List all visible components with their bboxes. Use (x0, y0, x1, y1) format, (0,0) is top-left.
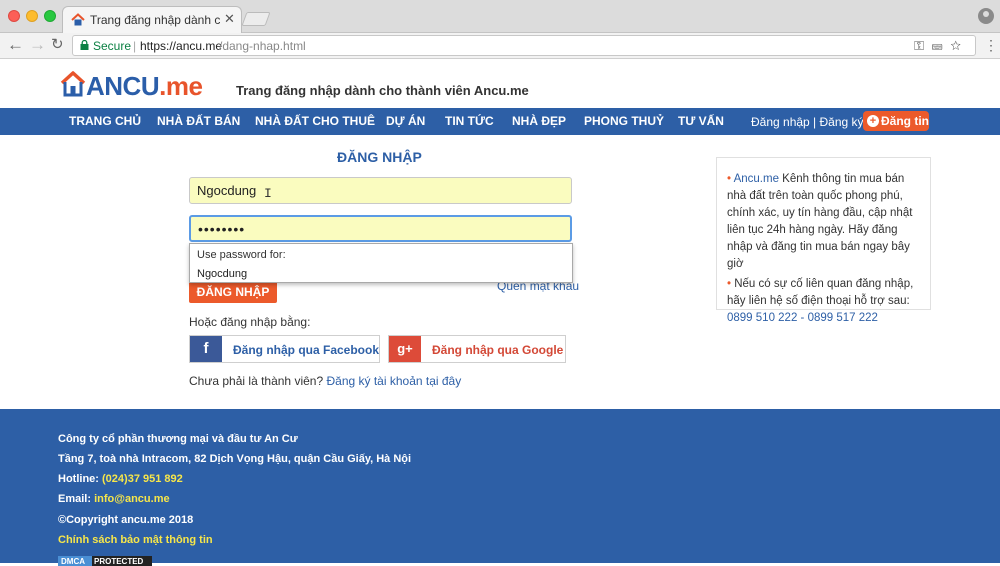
footer-hotline-value[interactable]: (024)37 951 892 (102, 473, 183, 485)
footer-hotline: Hotline: (024)37 951 892 (58, 473, 183, 485)
info-brand: Ancu.me (733, 173, 779, 185)
bullet-icon: • (727, 278, 732, 290)
post-listing-label: Đăng tin (881, 114, 929, 128)
secure-label: Secure (93, 39, 132, 53)
dmca-label: DMCA (58, 556, 92, 566)
house-favicon-icon (71, 13, 85, 26)
info-box: • Ancu.me Kênh thông tin mua bán nhà đất… (716, 157, 931, 324)
facebook-icon: f (190, 336, 222, 362)
url-separator: | (133, 39, 137, 53)
logo-text: ANCU.me (86, 71, 203, 101)
footer-address: Tầng 7, toà nhà Intracom, 82 Dịch Vọng H… (58, 453, 412, 465)
nav-item-news[interactable]: TIN TỨC (445, 114, 494, 128)
password-input[interactable] (189, 215, 572, 242)
bullet-icon: • (727, 173, 732, 185)
window-minimize-button[interactable] (26, 10, 38, 22)
google-plus-icon: g+ (389, 336, 421, 362)
support-phones: 0899 510 222 - 0899 517 222 (727, 312, 878, 324)
dmca-badge[interactable]: DMCA PROTECTED (58, 556, 152, 566)
facebook-login-button[interactable]: f Đăng nhập qua Facebook (189, 335, 380, 363)
window-close-button[interactable] (8, 10, 20, 22)
profile-icon[interactable] (978, 8, 994, 24)
text-cursor-icon: I (264, 186, 272, 201)
browser-tab-bar: Trang đăng nhập dành cho thà ✕ (0, 0, 1000, 33)
nav-item-sale[interactable]: NHÀ ĐẤT BÁN (157, 114, 240, 128)
login-submit-button[interactable]: ĐĂNG NHẬP (189, 281, 277, 303)
main-nav: TRANG CHỦ NHÀ ĐẤT BÁN NHÀ ĐẤT CHO THUÊ D… (0, 108, 1000, 135)
nav-item-projects[interactable]: DỰ ÁN (386, 114, 425, 128)
forward-icon[interactable]: → (29, 35, 46, 55)
or-login-label: Hoặc đăng nhập bằng: (189, 315, 311, 329)
house-logo-icon (60, 71, 86, 97)
nav-item-rent[interactable]: NHÀ ĐẤT CHO THUÊ (255, 114, 375, 128)
post-listing-button[interactable]: + Đăng tin (863, 111, 929, 131)
site-logo[interactable]: ANCU.me (60, 70, 220, 102)
nav-item-advice[interactable]: TƯ VẤN (678, 114, 724, 128)
info-text-2: Nếu có sự cố liên quan đăng nhập, hãy li… (727, 278, 914, 307)
reload-icon[interactable]: ↻ (51, 35, 64, 55)
info-paragraph-1: • Ancu.me Kênh thông tin mua bán nhà đất… (727, 171, 920, 273)
page-header-title: Trang đăng nhập dành cho thành viên Ancu… (236, 83, 529, 98)
info-text-1: Kênh thông tin mua bán nhà đất trên toàn… (727, 173, 913, 270)
bookmark-star-icon[interactable]: ☆ (950, 38, 969, 53)
google-login-button[interactable]: g+ Đăng nhập qua Google (388, 335, 566, 363)
signup-link[interactable]: Đăng ký tài khoản tại đây (326, 374, 461, 388)
browser-toolbar: ← → ↻ Secure | https://ancu.me /dang-nha… (0, 33, 1000, 59)
footer-company: Công ty cổ phần thương mại và đầu tư An … (58, 433, 298, 445)
translate-icon[interactable]: ⌨ (932, 38, 950, 53)
site-footer: Công ty cổ phần thương mại và đầu tư An … (0, 409, 1000, 566)
window-zoom-button[interactable] (44, 10, 56, 22)
nav-item-beautiful-homes[interactable]: NHÀ ĐẸP (512, 114, 566, 128)
dmca-protected-label: PROTECTED (94, 557, 144, 566)
lock-icon (80, 40, 89, 50)
tab-close-icon[interactable]: ✕ (224, 11, 235, 27)
url-path: /dang-nhap.html (219, 39, 306, 53)
key-icon[interactable]: ⚿ (914, 38, 932, 53)
new-tab-button[interactable] (241, 12, 271, 26)
username-input[interactable] (189, 177, 572, 204)
tab-title: Trang đăng nhập dành cho thà (90, 13, 220, 27)
footer-privacy-link[interactable]: Chính sách bảo mật thông tin (58, 534, 213, 546)
footer-email-value[interactable]: info@ancu.me (94, 493, 170, 505)
footer-copyright: ©Copyright ancu.me 2018 (58, 514, 194, 526)
address-bar[interactable]: Secure | https://ancu.me /dang-nhap.html… (72, 35, 976, 56)
browser-menu-icon[interactable]: ⋮ (984, 37, 998, 54)
signup-prompt: Chưa phải là thành viên? Đăng ký tài kho… (189, 374, 461, 388)
nav-item-fengshui[interactable]: PHONG THUỶ (584, 114, 664, 128)
facebook-login-label: Đăng nhập qua Facebook (233, 343, 380, 357)
omnibox-icons: ⚿⌨☆ (914, 38, 969, 54)
nav-login-register-link[interactable]: Đăng nhập | Đăng ký (751, 115, 864, 129)
url-host: https://ancu.me (140, 39, 223, 53)
google-login-label: Đăng nhập qua Google (432, 343, 564, 357)
browser-tab[interactable]: Trang đăng nhập dành cho thà ✕ (62, 6, 242, 33)
password-autofill-dropdown: Use password for: Ngocdung (189, 243, 573, 283)
signup-prompt-text: Chưa phải là thành viên? (189, 374, 324, 388)
info-paragraph-2: • Nếu có sự cố liên quan đăng nhập, hãy … (727, 276, 920, 327)
footer-email: Email: info@ancu.me (58, 493, 170, 505)
plus-icon: + (867, 115, 879, 127)
back-icon[interactable]: ← (7, 35, 24, 55)
login-title: ĐĂNG NHẬP (337, 149, 422, 165)
autofill-option[interactable]: Ngocdung (190, 266, 572, 283)
autofill-header: Use password for: (197, 249, 286, 261)
nav-item-home[interactable]: TRANG CHỦ (69, 114, 141, 128)
